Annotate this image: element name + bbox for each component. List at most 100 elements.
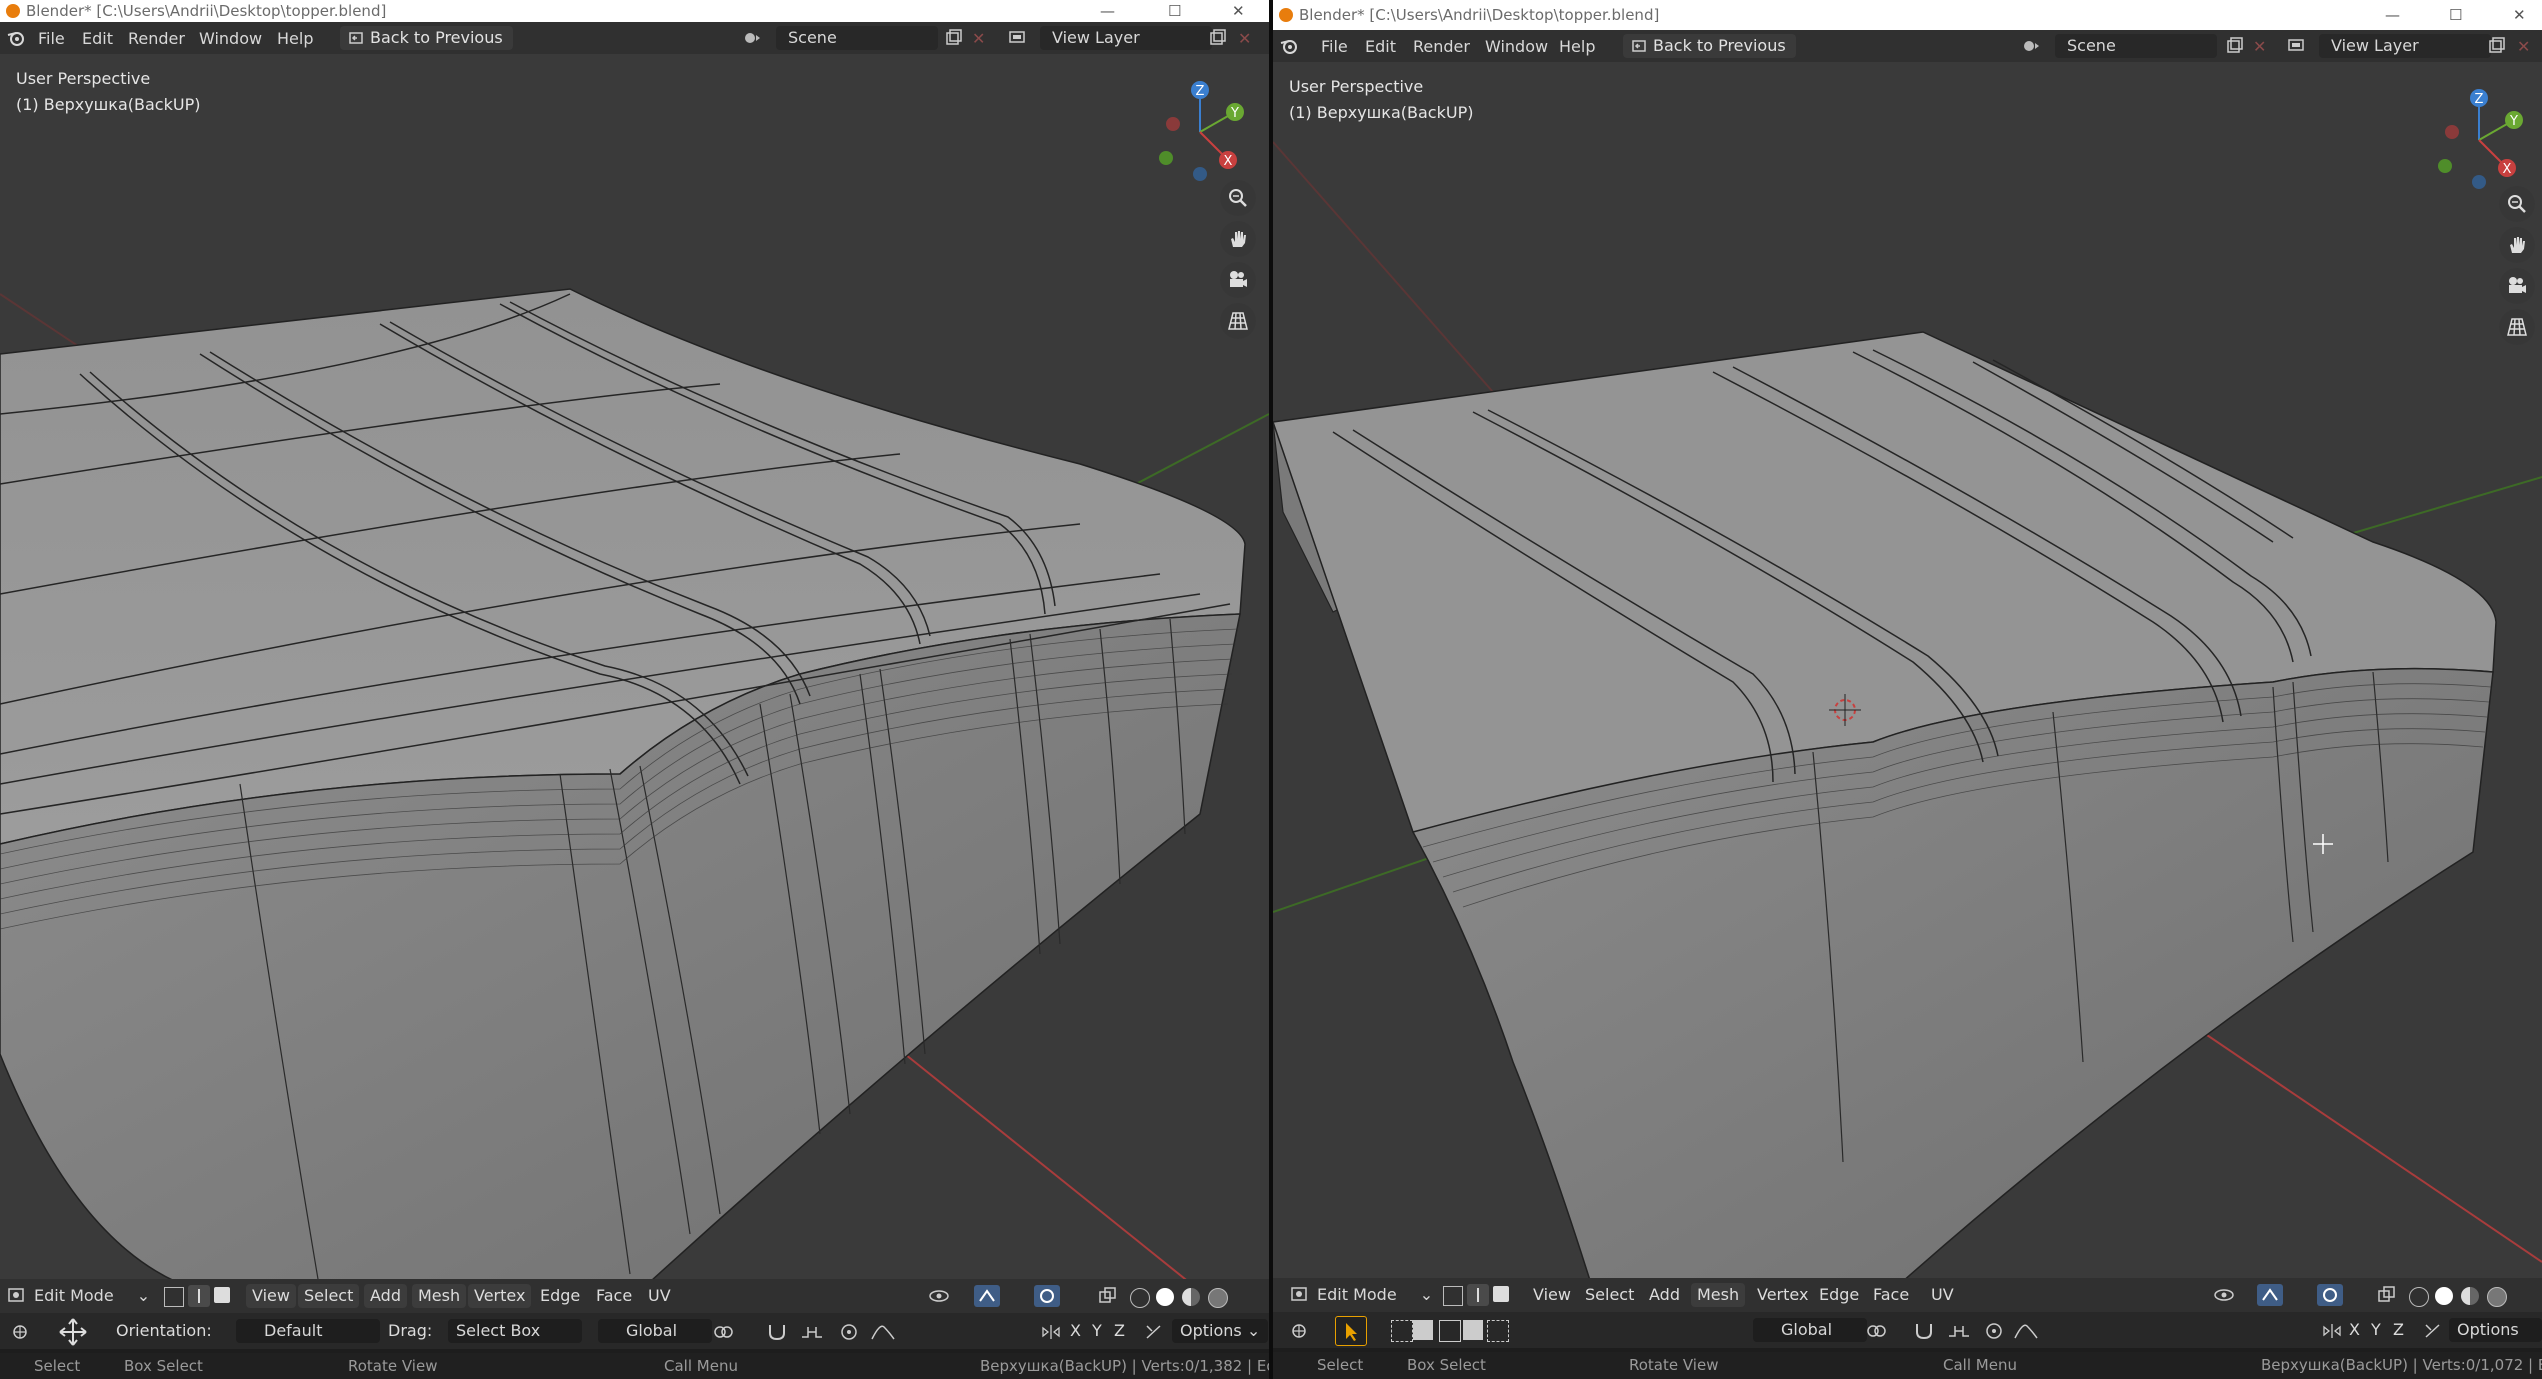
select-box-subtract-icon[interactable] [1439,1320,1461,1342]
close-window-button[interactable]: ✕ [2513,0,2526,30]
pivot-icon[interactable] [712,1323,734,1341]
menu-uv[interactable]: UV [1931,1283,1954,1307]
new-scene-icon[interactable] [2225,37,2245,55]
menu-mesh[interactable]: Mesh [1691,1283,1746,1307]
menu-window[interactable]: Window [1485,37,1548,56]
menu-view[interactable]: View [246,1284,296,1308]
menu-edit[interactable]: Edit [82,29,113,48]
options-dropdown[interactable]: Options ⌄ [1172,1319,1269,1343]
scene-selector[interactable]: Scene [2055,34,2217,58]
menu-help[interactable]: Help [1559,37,1595,56]
back-to-previous-button[interactable]: Back to Previous [340,26,513,50]
back-to-previous-button[interactable]: Back to Previous [1623,34,1796,58]
blender-menu-icon[interactable] [6,29,26,47]
wireframe-shading-icon[interactable] [2409,1287,2429,1307]
gizmo-toggle-icon[interactable] [2257,1284,2283,1306]
rendered-shading-icon[interactable] [1208,1288,1228,1308]
solid-shading-icon[interactable] [1156,1288,1174,1306]
snap-target-icon[interactable] [800,1323,824,1341]
vertex-select-icon[interactable] [164,1287,184,1307]
menu-edge[interactable]: Edge [1819,1283,1859,1307]
minimize-button[interactable]: — [1100,0,1115,22]
gizmo-toggle-icon[interactable] [974,1285,1000,1307]
menu-edge[interactable]: Edge [540,1284,580,1308]
menu-render[interactable]: Render [1413,37,1470,56]
new-scene-icon[interactable] [944,29,964,47]
mirror-z-toggle[interactable]: Z [1114,1319,1125,1343]
solid-shading-icon[interactable] [2435,1287,2453,1305]
select-box-new-icon[interactable] [1391,1320,1413,1342]
pan-view-button[interactable] [2499,227,2535,263]
menu-select[interactable]: Select [298,1284,360,1308]
edge-select-icon[interactable] [1467,1284,1489,1306]
tool-icon[interactable] [1289,1322,1313,1340]
maximize-button[interactable]: ☐ [1168,0,1181,22]
close-window-button[interactable]: ✕ [1232,0,1245,22]
face-select-icon[interactable] [1493,1286,1509,1302]
proportional-edit-icon[interactable] [840,1323,858,1341]
auto-merge-icon[interactable] [2423,1322,2443,1340]
select-box-intersect-icon[interactable] [1487,1320,1509,1342]
view-layer-selector[interactable]: View Layer [2319,34,2491,58]
delete-view-layer-icon[interactable]: ✕ [1238,29,1251,48]
menu-render[interactable]: Render [128,29,185,48]
menu-vertex[interactable]: Vertex [1757,1283,1808,1307]
view-layer-icon[interactable] [1008,29,1028,47]
transform-orientation-dropdown[interactable]: Global [598,1319,712,1343]
falloff-icon[interactable] [2013,1322,2039,1340]
snap-icon[interactable] [1913,1322,1935,1340]
menu-vertex[interactable]: Vertex [468,1284,532,1308]
edge-select-icon[interactable] [188,1285,210,1307]
material-shading-icon[interactable] [1182,1288,1200,1306]
menu-window[interactable]: Window [199,29,262,48]
mirror-y-toggle[interactable]: Y [2371,1318,2381,1342]
menu-add[interactable]: Add [1649,1283,1680,1307]
editor-type-icon[interactable] [8,1287,28,1305]
delete-scene-icon[interactable]: ✕ [2253,37,2266,56]
menu-file[interactable]: File [1321,37,1348,56]
scene-selector[interactable]: Scene [776,26,938,50]
wireframe-shading-icon[interactable] [1130,1288,1150,1308]
pivot-icon[interactable] [1865,1322,1887,1340]
3d-viewport[interactable]: User Perspective (1) Верхушка(BackUP) Z … [0,54,1269,1291]
snap-icon[interactable] [766,1323,788,1341]
material-shading-icon[interactable] [2461,1287,2479,1305]
xray-icon[interactable] [1098,1287,1118,1305]
menu-help[interactable]: Help [277,29,313,48]
new-view-layer-icon[interactable] [2487,37,2507,55]
maximize-button[interactable]: ☐ [2449,0,2462,30]
scene-icon[interactable] [742,29,762,47]
vertex-select-icon[interactable] [1443,1286,1463,1306]
menu-select[interactable]: Select [1585,1283,1634,1307]
minimize-button[interactable]: — [2385,0,2400,30]
new-view-layer-icon[interactable] [1208,29,1228,47]
menu-face[interactable]: Face [1873,1283,1909,1307]
tool-icon[interactable] [10,1323,34,1341]
proportional-edit-icon[interactable] [1985,1322,2003,1340]
3d-viewport[interactable]: User Perspective (1) Верхушка(BackUP) Z … [1273,62,2542,1290]
mirror-x-toggle[interactable]: X [2349,1318,2360,1342]
overlay-toggle-icon[interactable] [1034,1285,1060,1307]
drag-dropdown[interactable]: Select Box [448,1319,582,1343]
falloff-icon[interactable] [870,1323,896,1341]
delete-view-layer-icon[interactable]: ✕ [2517,37,2530,56]
menu-edit[interactable]: Edit [1365,37,1396,56]
pan-view-button[interactable] [1220,221,1256,257]
select-tool-button[interactable] [1335,1316,1367,1346]
move-tool-icon[interactable] [58,1317,88,1347]
select-box-invert-icon[interactable] [1463,1320,1483,1340]
scene-icon[interactable] [2021,37,2041,55]
navigation-gizmo[interactable]: Z Y X [1140,74,1250,184]
navigation-gizmo[interactable]: Z Y X [2419,82,2529,192]
options-dropdown[interactable]: Options ⌄ [2449,1318,2542,1363]
delete-scene-icon[interactable]: ✕ [972,29,985,48]
face-select-icon[interactable] [214,1287,230,1303]
snap-target-icon[interactable] [1947,1322,1971,1340]
zoom-view-button[interactable] [2499,186,2535,222]
ortho-toggle-button[interactable] [1220,303,1256,339]
camera-view-button[interactable] [2499,268,2535,304]
mirror-icon[interactable] [1040,1323,1062,1341]
blender-menu-icon[interactable] [1279,37,1299,55]
transform-orientation-dropdown[interactable]: Global [1753,1318,1867,1342]
visibility-icon[interactable] [928,1287,950,1305]
